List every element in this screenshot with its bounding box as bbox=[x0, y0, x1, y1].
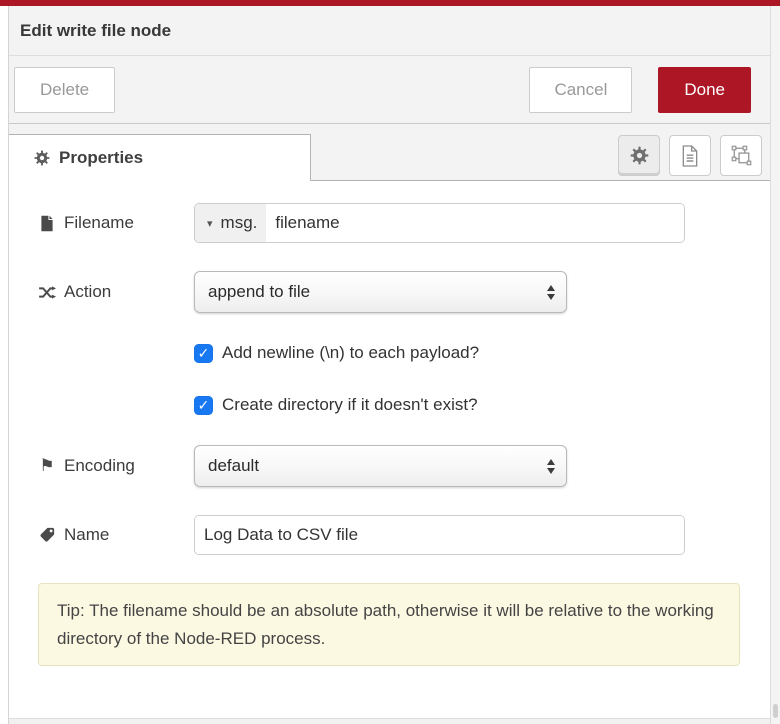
editor-tab-bar: Properties bbox=[9, 124, 770, 181]
vertical-scrollbar-thumb[interactable] bbox=[773, 704, 778, 718]
gear-icon bbox=[630, 146, 649, 165]
encoding-label: ⚑ Encoding bbox=[38, 456, 194, 476]
mkdir-checkbox-row: ✓ Create directory if it doesn't exist? bbox=[194, 393, 770, 417]
dialog-header: Edit write file node bbox=[9, 6, 770, 56]
dialog-action-bar: Delete Cancel Done bbox=[9, 56, 770, 124]
tray-left-border bbox=[8, 6, 9, 724]
appearance-tab-button[interactable] bbox=[720, 135, 762, 176]
appearance-icon bbox=[731, 145, 752, 166]
dialog-title: Edit write file node bbox=[20, 21, 171, 41]
encoding-row: ⚑ Encoding default bbox=[38, 445, 770, 487]
tab-properties[interactable]: Properties bbox=[8, 134, 311, 181]
description-tab-button[interactable] bbox=[669, 135, 711, 176]
encoding-select[interactable]: default bbox=[194, 445, 567, 487]
action-select-value: append to file bbox=[208, 282, 310, 302]
tab-icon-buttons bbox=[618, 135, 762, 176]
cancel-button[interactable]: Cancel bbox=[529, 67, 632, 113]
vertical-scrollbar[interactable] bbox=[770, 6, 780, 724]
chevron-down-icon: ▾ bbox=[207, 217, 213, 230]
action-label: Action bbox=[38, 282, 194, 302]
encoding-select-value: default bbox=[208, 456, 259, 476]
filename-type-label: msg. bbox=[221, 213, 258, 233]
properties-tab-button[interactable] bbox=[618, 135, 660, 176]
mkdir-checkbox-label: Create directory if it doesn't exist? bbox=[222, 395, 478, 415]
mkdir-checkbox[interactable]: ✓ bbox=[194, 396, 213, 415]
action-select[interactable]: append to file bbox=[194, 271, 567, 313]
flag-icon: ⚑ bbox=[38, 456, 56, 476]
document-icon bbox=[680, 144, 700, 168]
select-spinner-icon bbox=[547, 459, 555, 474]
delete-button[interactable]: Delete bbox=[14, 67, 115, 113]
filename-row: Filename ▾ msg. bbox=[38, 203, 770, 243]
filename-typed-input: ▾ msg. bbox=[194, 203, 685, 243]
horizontal-scrollbar[interactable] bbox=[9, 718, 770, 724]
file-icon bbox=[38, 215, 56, 232]
shuffle-icon bbox=[38, 285, 56, 300]
gear-icon bbox=[34, 150, 50, 166]
form-tip: Tip: The filename should be an absolute … bbox=[38, 583, 740, 666]
select-spinner-icon bbox=[547, 285, 555, 300]
name-input-wrap bbox=[194, 515, 685, 555]
filename-type-select[interactable]: ▾ msg. bbox=[195, 204, 266, 242]
action-row: Action append to file bbox=[38, 271, 770, 313]
filename-input[interactable] bbox=[266, 204, 684, 242]
newline-checkbox[interactable]: ✓ bbox=[194, 344, 213, 363]
newline-checkbox-label: Add newline (\n) to each payload? bbox=[222, 343, 479, 363]
done-button[interactable]: Done bbox=[658, 67, 751, 113]
filename-label: Filename bbox=[38, 213, 194, 233]
tab-properties-label: Properties bbox=[59, 148, 143, 168]
name-label: Name bbox=[38, 525, 194, 545]
tag-icon bbox=[38, 527, 56, 543]
edit-write-file-node-dialog: Edit write file node Delete Cancel Done bbox=[0, 0, 780, 724]
name-input[interactable] bbox=[195, 516, 684, 554]
name-row: Name bbox=[38, 515, 770, 555]
properties-form: Filename ▾ msg. bbox=[9, 181, 770, 718]
newline-checkbox-row: ✓ Add newline (\n) to each payload? bbox=[194, 341, 770, 365]
